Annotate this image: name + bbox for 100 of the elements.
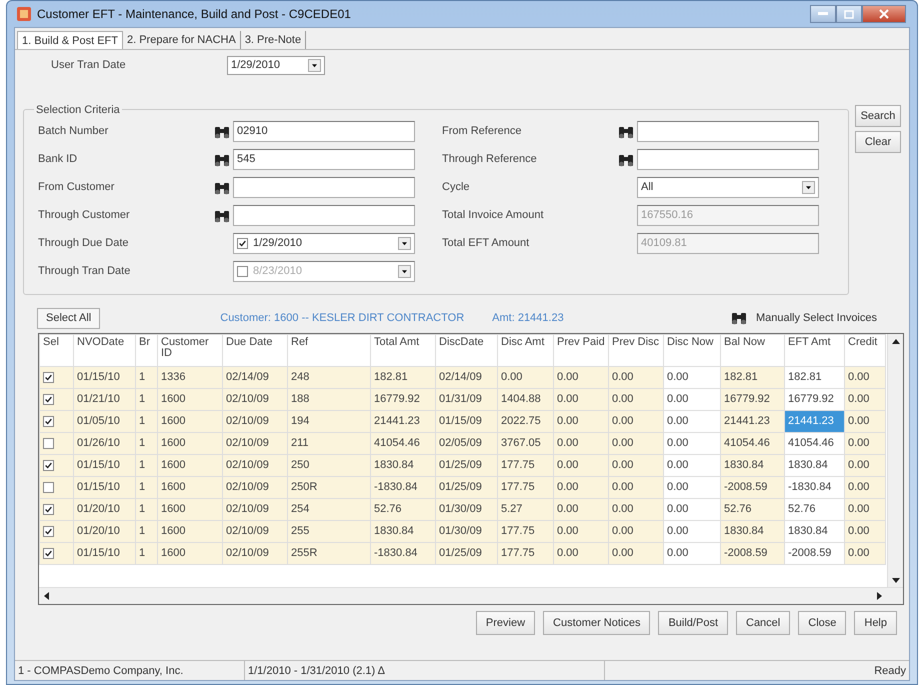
table-cell: 250R [288,476,370,498]
checkbox[interactable] [43,438,54,449]
checkbox[interactable] [43,504,54,515]
table-cell: 02/10/09 [222,432,288,454]
close-icon[interactable] [879,9,889,19]
table-cell: 0.00 [608,432,664,454]
table-cell[interactable]: 0.00 [664,542,720,564]
table-cell[interactable]: 52.76 [784,498,844,520]
table-cell[interactable]: 0.00 [664,432,720,454]
tab[interactable]: 3. Pre-Note [240,31,306,49]
checkbox[interactable] [43,416,54,427]
side-button[interactable]: Search [855,105,901,127]
checkbox[interactable] [43,548,54,559]
action-button[interactable]: Customer Notices [543,611,650,635]
manual-select-link[interactable]: Manually Select Invoices [756,310,877,326]
table-cell: 2022.75 [498,410,554,432]
table-cell[interactable]: 182.81 [784,366,844,388]
table-cell: 0.00 [844,432,886,454]
table-cell: 1600 [158,520,222,542]
caret-icon[interactable] [802,181,815,194]
table-cell[interactable]: 0.00 [664,454,720,476]
table-cell[interactable]: 0.00 [664,476,720,498]
table-cell: 01/26/10 [74,432,136,454]
caret-icon[interactable] [398,237,411,250]
text-field[interactable]: 545 [233,149,415,170]
table-cell: 194 [288,410,370,432]
caret-icon[interactable] [308,59,321,72]
table-cell: 01/15/10 [74,476,136,498]
checkbox[interactable] [43,372,54,383]
text-field[interactable] [233,177,415,198]
table-cell: 248 [288,366,370,388]
table-cell: 1600 [158,498,222,520]
table-cell: 01/15/10 [74,542,136,564]
checkbox[interactable] [43,460,54,471]
action-button[interactable]: Help [854,611,897,635]
column-header: Disc Amt [498,334,554,366]
minimize-button[interactable] [810,5,836,23]
table-cell: 177.75 [498,520,554,542]
table-cell: 1830.84 [720,520,784,542]
tab[interactable]: 1. Build & Post EFT [17,31,123,49]
table-cell[interactable]: 0.00 [664,388,720,410]
table-cell: 0.00 [554,542,608,564]
table-cell: 0.00 [844,498,886,520]
text-field[interactable] [637,149,819,170]
action-button[interactable]: Preview [476,611,536,635]
date-picker[interactable]: 1/29/2010 [233,233,415,254]
maximize-button[interactable] [836,5,862,23]
close-button[interactable] [862,5,906,23]
checkbox[interactable] [237,238,248,249]
horizontal-scrollbar[interactable] [39,587,903,604]
table-cell: 0.00 [844,388,886,410]
table-cell: 01/31/09 [436,388,498,410]
table-cell: 16779.92 [370,388,436,410]
action-button[interactable]: Cancel [736,611,790,635]
table-cell: 0.00 [608,388,664,410]
amount-info: Amt: 21441.23 [492,310,564,326]
table-cell[interactable]: 0.00 [664,410,720,432]
table-cell: -1830.84 [370,542,436,564]
side-button[interactable]: Clear [855,131,901,153]
table-cell: 01/25/09 [436,454,498,476]
table-cell: 0.00 [554,432,608,454]
table-cell: 0.00 [844,454,886,476]
column-header: EFT Amt [784,334,844,366]
table-cell: 01/30/09 [436,498,498,520]
table-cell[interactable]: 0.00 [664,366,720,388]
checkbox[interactable] [43,526,54,537]
table-cell: 1830.84 [370,454,436,476]
table-cell[interactable]: -1830.84 [784,476,844,498]
action-button[interactable]: Build/Post [658,611,728,635]
column-header: NVODate [74,334,136,366]
action-button[interactable]: Close [798,611,846,635]
field-label: From Reference [442,124,522,140]
checkbox[interactable] [43,394,54,405]
column-header: Disc Now [664,334,720,366]
date-dropdown[interactable]: 1/29/2010 [227,56,325,75]
tab[interactable]: 2. Prepare for NACHA [122,31,241,49]
column-header: Credit [844,334,886,366]
table-cell: 01/05/10 [74,410,136,432]
table-cell[interactable]: 16779.92 [784,388,844,410]
table-cell[interactable]: 1830.84 [784,520,844,542]
table-cell: 0.00 [844,410,886,432]
table-cell: 02/05/09 [436,432,498,454]
table-cell[interactable]: 1830.84 [784,454,844,476]
text-field[interactable]: 02910 [233,121,415,142]
checkbox[interactable] [43,482,54,493]
table-cell[interactable]: 0.00 [664,498,720,520]
table-cell[interactable]: 41054.46 [784,432,844,454]
table-cell: 5.27 [498,498,554,520]
caret-icon[interactable] [398,265,411,278]
table-cell: 1 [136,410,158,432]
table-cell: 01/15/10 [74,454,136,476]
table-cell[interactable]: -2008.59 [784,542,844,564]
select-all-button[interactable]: Select All [37,308,100,328]
text-field[interactable] [637,121,819,142]
checkbox[interactable] [237,266,248,277]
table-cell[interactable]: 0.00 [664,520,720,542]
text-field[interactable] [233,205,415,226]
vertical-scrollbar[interactable] [887,334,903,588]
cycle-dropdown[interactable]: All [637,177,819,198]
column-header: DiscDate [436,334,498,366]
